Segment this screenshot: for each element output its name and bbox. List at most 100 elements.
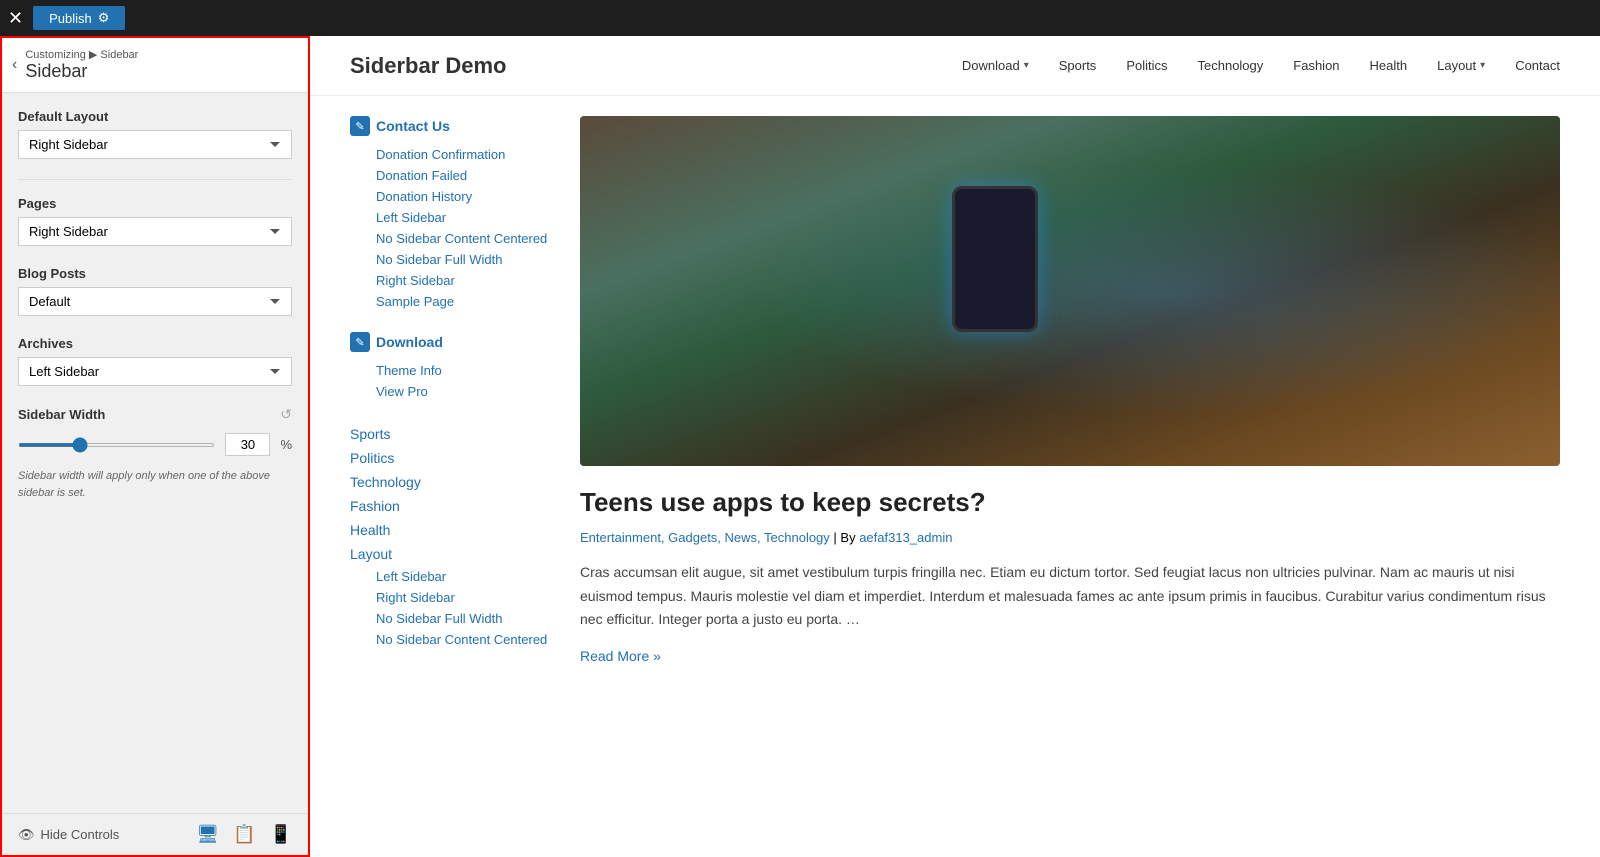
nav-fashion[interactable]: Fashion: [1293, 58, 1339, 73]
nav-politics[interactable]: Politics: [1126, 58, 1167, 73]
nav-technology[interactable]: Technology: [1198, 58, 1264, 73]
article-author[interactable]: aefaf313_admin: [859, 530, 952, 545]
site-nav: Siderbar Demo Download ▾ Sports Politics…: [310, 36, 1600, 96]
menu-donation-history[interactable]: Donation History: [350, 186, 550, 207]
menu-section-layout: Layout Left Sidebar Right Sidebar No Sid…: [350, 542, 550, 650]
contact-icon: ✎: [350, 116, 370, 136]
menu-right-sidebar[interactable]: Right Sidebar: [350, 270, 550, 291]
site-sidebar: ✎ Contact Us Donation Confirmation Donat…: [350, 116, 550, 837]
site-content: ✎ Contact Us Donation Confirmation Donat…: [310, 96, 1600, 857]
nav-contact-label: Contact: [1515, 58, 1560, 73]
menu-right-sidebar-2[interactable]: Right Sidebar: [350, 587, 550, 608]
menu-donation-confirmation[interactable]: Donation Confirmation: [350, 144, 550, 165]
default-layout-section: Default Layout Right Sidebar Left Sideba…: [18, 109, 292, 159]
menu-sample-page[interactable]: Sample Page: [350, 291, 550, 312]
article-title: Teens use apps to keep secrets?: [580, 486, 1560, 520]
pages-select[interactable]: Right Sidebar Left Sidebar No Sidebar Co…: [18, 217, 292, 246]
panel-footer: 👁 Hide Controls 🖥 📋 📱: [2, 813, 308, 855]
download-icon: ✎: [350, 332, 370, 352]
preview-area: Siderbar Demo Download ▾ Sports Politics…: [310, 36, 1600, 857]
archives-label: Archives: [18, 336, 292, 351]
article-meta: Entertainment, Gadgets, News, Technology…: [580, 530, 1560, 545]
menu-no-sidebar-full-2[interactable]: No Sidebar Full Width: [350, 608, 550, 629]
tablet-icon[interactable]: 📋: [233, 824, 255, 845]
nav-download-arrow: ▾: [1024, 60, 1029, 71]
blog-posts-section: Blog Posts Default Right Sidebar Left Si…: [18, 266, 292, 316]
nav-contact[interactable]: Contact: [1515, 58, 1560, 73]
article-image: [580, 116, 1560, 466]
menu-layout-top[interactable]: Layout: [350, 542, 550, 566]
menu-section-download: ✎ Download Theme Info View Pro: [350, 332, 550, 402]
site-main: Teens use apps to keep secrets? Entertai…: [580, 116, 1560, 837]
menu-politics-top[interactable]: Politics: [350, 446, 550, 470]
breadcrumb: Customizing ▶ Sidebar Sidebar: [25, 48, 138, 82]
menu-section-download-title[interactable]: Download: [376, 334, 443, 350]
hide-controls-label: Hide Controls: [41, 827, 120, 842]
menu-technology-top[interactable]: Technology: [350, 470, 550, 494]
publish-label: Publish: [49, 11, 92, 26]
helper-text: Sidebar width will apply only when one o…: [18, 468, 292, 501]
nav-health[interactable]: Health: [1370, 58, 1408, 73]
default-layout-select[interactable]: Right Sidebar Left Sidebar No Sidebar Co…: [18, 130, 292, 159]
article-excerpt: Cras accumsan elit augue, sit amet vesti…: [580, 561, 1560, 632]
device-icons: 🖥 📋 📱: [196, 824, 292, 845]
mobile-icon[interactable]: 📱: [270, 824, 292, 845]
menu-theme-info[interactable]: Theme Info: [350, 360, 550, 381]
nav-sports-label: Sports: [1059, 58, 1097, 73]
read-more-link[interactable]: Read More »: [580, 648, 661, 664]
nav-download[interactable]: Download ▾: [962, 58, 1029, 73]
nav-fashion-label: Fashion: [1293, 58, 1339, 73]
pages-label: Pages: [18, 196, 292, 211]
blog-posts-select[interactable]: Default Right Sidebar Left Sidebar No Si…: [18, 287, 292, 316]
menu-section-contact-header: ✎ Contact Us: [350, 116, 550, 136]
top-bar: ✕ Publish ⚙: [0, 0, 1600, 36]
breadcrumb-text: Customizing ▶ Sidebar: [25, 48, 138, 61]
blog-posts-label: Blog Posts: [18, 266, 292, 281]
close-button[interactable]: ✕: [8, 8, 23, 29]
reset-icon[interactable]: ↺: [280, 406, 292, 423]
slider-row: %: [18, 433, 292, 456]
gear-icon: ⚙: [98, 10, 110, 26]
nav-layout-label: Layout: [1437, 58, 1476, 73]
nav-download-label: Download: [962, 58, 1020, 73]
nav-technology-label: Technology: [1198, 58, 1264, 73]
menu-sports-top[interactable]: Sports: [350, 422, 550, 446]
sidebar-width-row: Sidebar Width ↺: [18, 406, 292, 423]
menu-no-sidebar-centered-2[interactable]: No Sidebar Content Centered: [350, 629, 550, 650]
archives-select[interactable]: Left Sidebar Right Sidebar No Sidebar Co…: [18, 357, 292, 386]
article-meta-by: | By: [833, 530, 859, 545]
nav-layout-arrow: ▾: [1480, 60, 1485, 71]
menu-section-contact-title[interactable]: Contact Us: [376, 118, 450, 134]
menu-view-pro[interactable]: View Pro: [350, 381, 550, 402]
panel-header: ‹ Customizing ▶ Sidebar Sidebar: [2, 38, 308, 93]
site-logo: Siderbar Demo: [350, 53, 507, 79]
nav-health-label: Health: [1370, 58, 1408, 73]
sidebar-width-section: Sidebar Width ↺ % Sidebar width will app…: [18, 406, 292, 501]
article-meta-links[interactable]: Entertainment, Gadgets, News, Technology: [580, 530, 830, 545]
sidebar-width-value-input[interactable]: [225, 433, 270, 456]
slider-unit: %: [280, 437, 292, 452]
menu-section-download-header: ✎ Download: [350, 332, 550, 352]
back-button[interactable]: ‹: [12, 56, 17, 74]
publish-button[interactable]: Publish ⚙: [33, 6, 125, 30]
nav-layout[interactable]: Layout ▾: [1437, 58, 1485, 73]
main-layout: ‹ Customizing ▶ Sidebar Sidebar Default …: [0, 36, 1600, 857]
archives-section: Archives Left Sidebar Right Sidebar No S…: [18, 336, 292, 386]
menu-left-sidebar-2[interactable]: Left Sidebar: [350, 566, 550, 587]
hide-controls-button[interactable]: 👁 Hide Controls: [18, 827, 119, 843]
menu-no-sidebar-centered[interactable]: No Sidebar Content Centered: [350, 228, 550, 249]
menu-left-sidebar[interactable]: Left Sidebar: [350, 207, 550, 228]
menu-health-top[interactable]: Health: [350, 518, 550, 542]
pages-section: Pages Right Sidebar Left Sidebar No Side…: [18, 196, 292, 246]
sidebar-width-slider[interactable]: [18, 443, 215, 447]
menu-no-sidebar-full[interactable]: No Sidebar Full Width: [350, 249, 550, 270]
desktop-icon[interactable]: 🖥: [196, 824, 219, 845]
nav-politics-label: Politics: [1126, 58, 1167, 73]
nav-sports[interactable]: Sports: [1059, 58, 1097, 73]
menu-donation-failed[interactable]: Donation Failed: [350, 165, 550, 186]
panel-content: Default Layout Right Sidebar Left Sideba…: [2, 93, 308, 813]
sidebar-width-label: Sidebar Width: [18, 407, 105, 422]
menu-fashion-top[interactable]: Fashion: [350, 494, 550, 518]
default-layout-label: Default Layout: [18, 109, 292, 124]
panel-title: Sidebar: [25, 61, 138, 82]
